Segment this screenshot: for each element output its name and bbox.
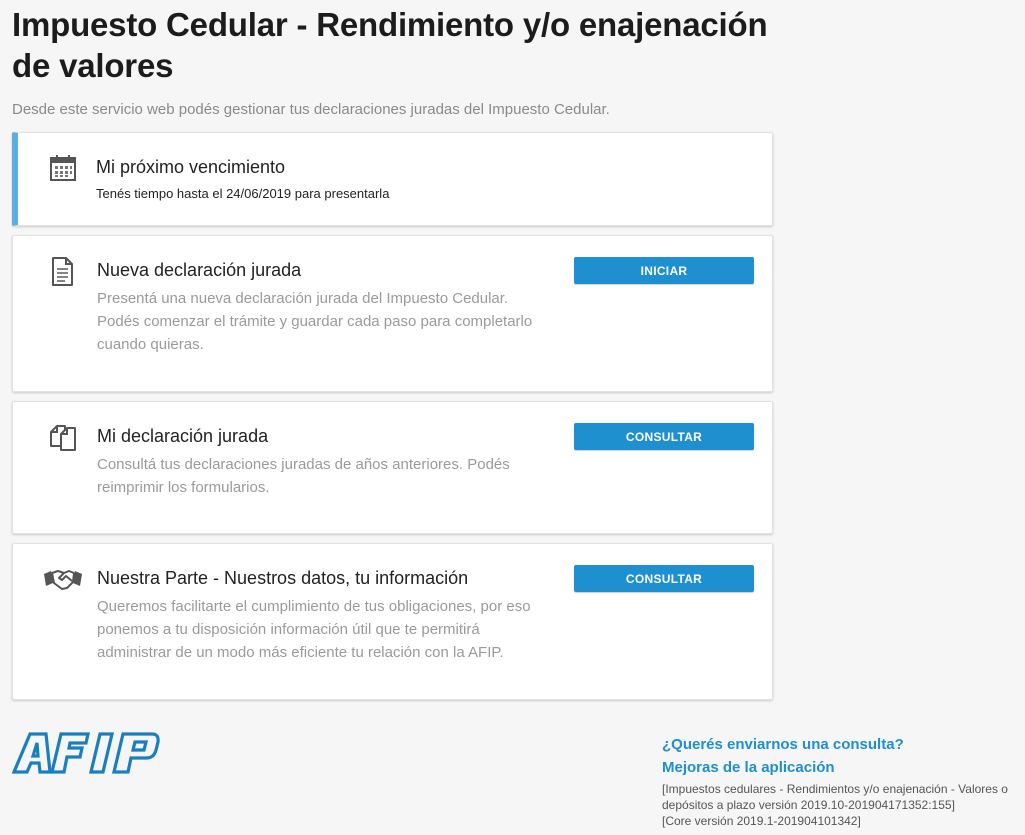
copy-documents-icon bbox=[47, 422, 79, 454]
nueva-declaracion-card: Nueva declaración jurada Presentá una nu… bbox=[12, 235, 773, 392]
handshake-icon bbox=[43, 566, 83, 598]
card-title: Nueva declaración jurada bbox=[97, 260, 302, 280]
iniciar-button[interactable]: INICIAR bbox=[574, 257, 754, 284]
card-description: Presentá una nueva declaración jurada de… bbox=[97, 290, 533, 353]
page-title: Impuesto Cedular - Rendimiento y/o enaje… bbox=[12, 6, 768, 84]
core-version-info: [Core versión 2019.1-201904101342] bbox=[662, 814, 861, 828]
nuestra-parte-card: Nuestra Parte - Nuestros datos, tu infor… bbox=[12, 543, 773, 700]
card-title: Mi próximo vencimiento bbox=[96, 157, 286, 177]
card-description: Queremos facilitarte el cumplimiento de … bbox=[97, 598, 531, 661]
page-subtitle: Desde este servicio web podés gestionar … bbox=[12, 101, 610, 118]
consultar-nuestra-parte-button[interactable]: CONSULTAR bbox=[574, 565, 754, 592]
card-description: Consultá tus declaraciones juradas de añ… bbox=[97, 456, 510, 496]
calendar-icon bbox=[48, 153, 80, 185]
card-title: Mi declaración jurada bbox=[97, 426, 269, 446]
afip-logo bbox=[11, 732, 160, 774]
vencimiento-detail: Tenés tiempo hasta el 24/06/2019 para pr… bbox=[96, 186, 390, 201]
vencimiento-card: Mi próximo vencimiento Tenés tiempo hast… bbox=[12, 132, 773, 226]
consultar-button[interactable]: CONSULTAR bbox=[574, 423, 754, 450]
document-icon bbox=[47, 256, 79, 288]
card-title: Nuestra Parte - Nuestros datos, tu infor… bbox=[97, 568, 469, 588]
footer: ¿Querés enviarnos una consulta? Mejoras … bbox=[662, 733, 1022, 829]
mi-declaracion-card: Mi declaración jurada Consultá tus decla… bbox=[12, 401, 773, 534]
version-info: [Impuestos cedulares - Rendimientos y/o … bbox=[662, 782, 1008, 812]
mejoras-link[interactable]: Mejoras de la aplicación bbox=[662, 756, 1022, 779]
consulta-link[interactable]: ¿Querés enviarnos una consulta? bbox=[662, 733, 1022, 756]
